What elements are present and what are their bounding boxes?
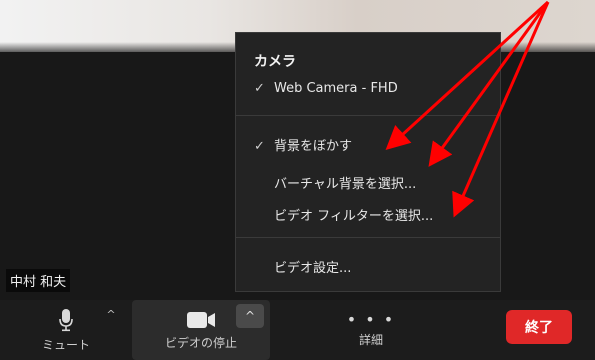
camera-menu-heading: カメラ <box>254 54 296 70</box>
participant-name: 中村 和夫 <box>6 269 71 292</box>
camera-menu: カメラ ✓ Web Camera - FHD ✓ 背景をぼかす バーチャル背景を選択… <box>235 32 501 292</box>
video-options-caret[interactable]: ^ <box>236 304 264 328</box>
video-stop-label: ビデオの停止 <box>164 335 237 350</box>
menu-divider <box>236 115 500 116</box>
menu-item-video-filter-label: ビデオ フィルターを選択... <box>274 209 434 224</box>
details-label: 詳細 <box>358 332 383 347</box>
video-camera-icon <box>187 311 215 328</box>
menu-item-web-camera[interactable]: ✓ Web Camera - FHD <box>254 81 398 96</box>
mute-button[interactable]: ミュート <box>36 300 96 360</box>
microphone-icon <box>59 308 73 331</box>
menu-item-video-settings[interactable]: ビデオ設定... <box>274 257 351 276</box>
mute-options-caret[interactable]: ^ <box>104 308 118 322</box>
checkmark-icon: ✓ <box>254 139 265 154</box>
end-meeting-button[interactable]: 終了 <box>506 310 572 344</box>
mute-label: ミュート <box>41 337 90 352</box>
menu-item-virtual-background-label: バーチャル背景を選択... <box>274 177 417 192</box>
menu-item-blur-background[interactable]: ✓ 背景をぼかす <box>254 135 352 154</box>
menu-item-blur-label: 背景をぼかす <box>274 139 353 154</box>
menu-divider <box>236 237 500 238</box>
menu-item-virtual-background[interactable]: バーチャル背景を選択... <box>274 173 416 192</box>
menu-item-web-camera-label: Web Camera - FHD <box>274 81 398 96</box>
menu-item-video-settings-label: ビデオ設定... <box>274 261 352 276</box>
menu-item-video-filter[interactable]: ビデオ フィルターを選択... <box>274 205 433 224</box>
details-button[interactable]: • • • 詳細 <box>336 300 406 360</box>
more-dots-icon: • • • <box>346 309 396 329</box>
checkmark-icon: ✓ <box>254 81 265 96</box>
